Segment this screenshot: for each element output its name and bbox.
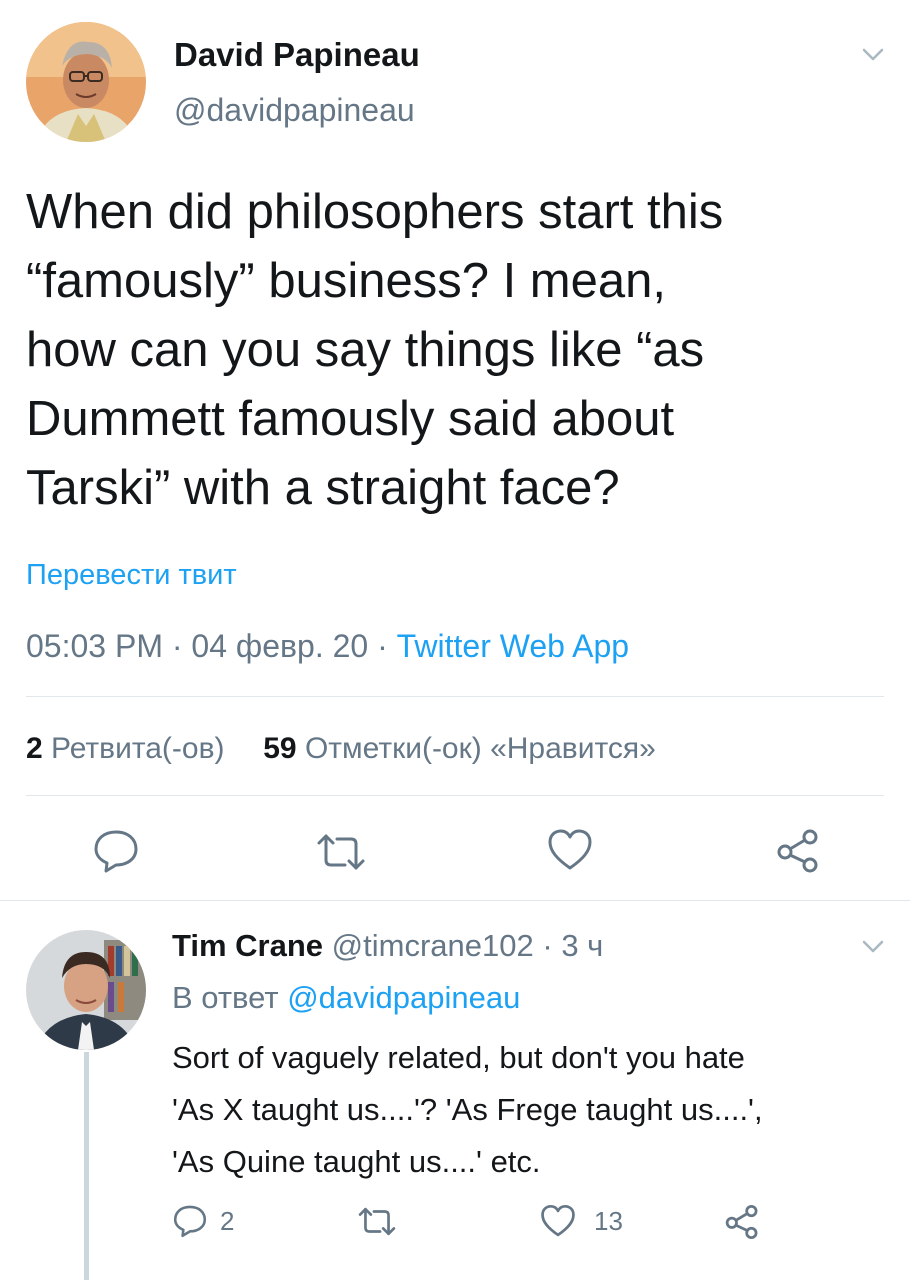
- divider: [26, 696, 884, 697]
- reply-text-line: 'As Quine taught us....' etc.: [172, 1144, 541, 1179]
- retweet-icon[interactable]: [315, 832, 367, 872]
- tweet-time: 05:03 PM: [26, 628, 163, 664]
- chevron-down-icon[interactable]: [862, 940, 884, 954]
- author-handle[interactable]: @davidpapineau: [174, 90, 415, 130]
- retweets-count: 2: [26, 732, 43, 765]
- heart-icon: [540, 1204, 576, 1238]
- reply-author-handle[interactable]: @timcrane102: [332, 928, 534, 963]
- retweets-stat[interactable]: 2 Ретвита(-ов): [26, 732, 233, 765]
- share-icon[interactable]: [775, 828, 821, 874]
- thread-line: [84, 1052, 89, 1280]
- reply-count: 2: [220, 1205, 235, 1236]
- share-icon[interactable]: [724, 1204, 760, 1240]
- reply-to: В ответ @davidpapineau: [172, 978, 520, 1018]
- tweet-text-line: how can you say things like “as: [26, 323, 705, 377]
- translate-tweet-link[interactable]: Перевести твит: [26, 557, 237, 593]
- reply-like-button[interactable]: 13: [540, 1204, 623, 1238]
- likes-label: Отметки(-ок) «Нравится»: [304, 732, 656, 765]
- chevron-down-icon[interactable]: [862, 48, 884, 62]
- section-separator: [0, 900, 910, 901]
- tweet-text-line: Dummett famously said about: [26, 392, 675, 446]
- heart-icon[interactable]: [547, 828, 593, 872]
- avatar-david-papineau[interactable]: [26, 22, 146, 142]
- retweets-label: Ретвита(-ов): [51, 732, 225, 765]
- tweet-meta: 05:03 PM · 04 февр. 20 · Twitter Web App: [26, 626, 629, 666]
- tweet-text-line: Tarski” with a straight face?: [26, 461, 620, 515]
- reply-text: Sort of vaguely related, but don't you h…: [172, 1032, 763, 1188]
- reply-icon: [172, 1204, 208, 1238]
- reply-icon[interactable]: [92, 828, 140, 874]
- likes-stat[interactable]: 59 Отметки(-ок) «Нравится»: [263, 732, 656, 765]
- tweet-date: 04 февр. 20: [191, 628, 369, 664]
- like-count: 13: [594, 1205, 623, 1236]
- tweet-text: When did philosophers start this “famous…: [26, 178, 723, 523]
- tweet-source-link[interactable]: Twitter Web App: [397, 628, 629, 664]
- reply-text-line: Sort of vaguely related, but don't you h…: [172, 1040, 745, 1075]
- avatar-tim-crane[interactable]: [26, 930, 146, 1050]
- meta-separator: ·: [542, 928, 553, 963]
- meta-separator: ·: [171, 628, 183, 664]
- reply-author-name[interactable]: Tim Crane: [172, 928, 323, 963]
- reply-to-prefix: В ответ: [172, 980, 279, 1015]
- reply-to-handle[interactable]: @davidpapineau: [287, 980, 520, 1015]
- tweet-stats: 2 Ретвита(-ов) 59 Отметки(-ок) «Нравится…: [26, 730, 656, 768]
- author-name[interactable]: David Papineau: [174, 35, 420, 75]
- tweet-text-line: “famously” business? I mean,: [26, 254, 666, 308]
- meta-separator: ·: [377, 628, 388, 664]
- likes-count: 59: [263, 732, 297, 765]
- reply-text-line: 'As X taught us....'? 'As Frege taught u…: [172, 1092, 763, 1127]
- tweet-text-line: When did philosophers start this: [26, 185, 724, 239]
- reply-time: 3 ч: [561, 928, 604, 963]
- reply-reply-button[interactable]: 2: [172, 1204, 234, 1238]
- reply-header: Tim Crane @timcrane102 · 3 ч: [172, 926, 603, 966]
- retweet-icon[interactable]: [357, 1206, 397, 1237]
- divider: [26, 795, 884, 796]
